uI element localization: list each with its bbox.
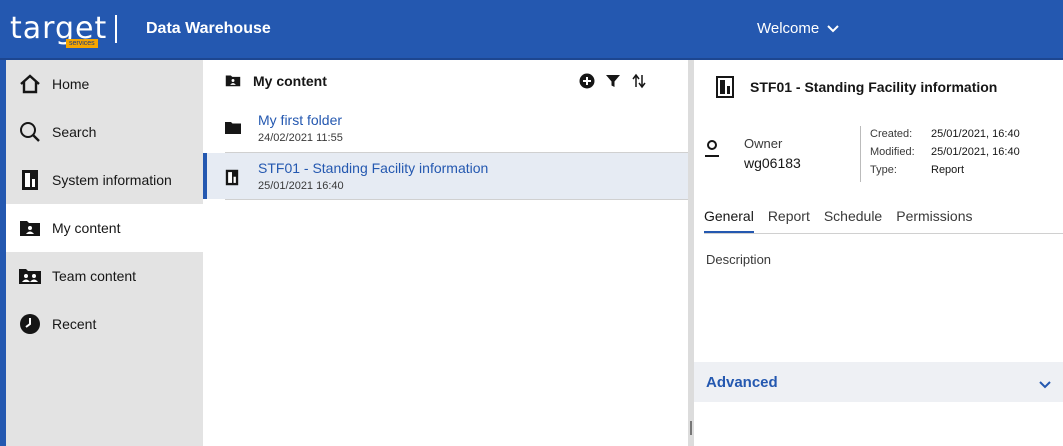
nav-item-system-information[interactable]: System information: [6, 156, 203, 204]
owner-value: wg06183: [744, 155, 801, 171]
type-label: Type:: [870, 164, 897, 176]
chevron-down-icon: [1039, 376, 1051, 392]
nav-item-recent[interactable]: Recent: [6, 300, 203, 348]
owner-label: Owner: [744, 136, 783, 151]
content-list-panel: My content My first folder 24/02/2021 11…: [203, 60, 688, 446]
list-item[interactable]: STF01 - Standing Facility information 25…: [203, 153, 688, 199]
advanced-label: Advanced: [706, 374, 778, 391]
welcome-menu[interactable]: Welcome: [757, 20, 839, 37]
details-panel: STF01 - Standing Facility information Ow…: [694, 60, 1063, 446]
details-title: STF01 - Standing Facility information: [750, 79, 998, 95]
tab-report[interactable]: Report: [768, 208, 810, 234]
nav-label-team-content: Team content: [52, 268, 137, 284]
content-list-title: My content: [253, 73, 327, 89]
list-item-title: My first folder: [258, 112, 343, 128]
filter-icon[interactable]: [605, 73, 621, 92]
home-icon: [18, 72, 42, 96]
left-navigation: Home Search System information My conten…: [0, 60, 203, 446]
report-icon: [225, 169, 239, 189]
recent-icon: [18, 312, 42, 336]
tabs-divider: [704, 233, 1063, 234]
row-divider: [225, 199, 688, 200]
team-folder-icon: [18, 264, 42, 288]
search-icon: [18, 120, 42, 144]
type-value: Report: [931, 164, 965, 176]
list-item-date: 24/02/2021 11:55: [258, 132, 343, 144]
modified-value: 25/01/2021, 16:40: [931, 146, 1020, 158]
report-icon: [18, 168, 42, 192]
nav-label-system-information: System information: [52, 172, 172, 188]
list-item-date: 25/01/2021 16:40: [258, 180, 344, 192]
add-icon[interactable]: [579, 73, 595, 92]
nav-label-recent: Recent: [52, 316, 97, 332]
advanced-section-toggle[interactable]: Advanced: [694, 362, 1063, 402]
nav-item-team-content[interactable]: Team content: [6, 252, 203, 300]
nav-label-my-content: My content: [52, 220, 121, 236]
splitter-grip[interactable]: [690, 421, 692, 435]
tab-schedule[interactable]: Schedule: [824, 208, 882, 234]
list-item-title: STF01 - Standing Facility information: [258, 160, 489, 176]
top-bar: target services Data Warehouse Welcome: [0, 0, 1063, 60]
logo-divider: [115, 15, 118, 43]
nav-label-home: Home: [52, 76, 90, 92]
modified-label: Modified:: [870, 146, 915, 158]
details-tabs: General Report Schedule Permissions: [704, 208, 972, 234]
nav-item-home[interactable]: Home: [6, 60, 203, 108]
chevron-down-icon: [827, 24, 839, 32]
welcome-label: Welcome: [757, 20, 820, 37]
my-folder-icon: [18, 216, 42, 240]
sort-icon[interactable]: [631, 73, 647, 92]
folder-icon: [225, 121, 241, 137]
nav-item-search[interactable]: Search: [6, 108, 203, 156]
content-list-header: My content: [203, 60, 688, 104]
created-label: Created:: [870, 128, 913, 140]
logo-services-tag: services: [66, 39, 98, 48]
my-folder-icon: [225, 74, 241, 90]
app-title: Data Warehouse: [146, 20, 271, 37]
target-logo: target services: [10, 8, 118, 50]
tab-permissions[interactable]: Permissions: [896, 208, 972, 234]
meta-divider: [860, 126, 861, 182]
list-item[interactable]: My first folder 24/02/2021 11:55: [203, 105, 688, 151]
tab-general[interactable]: General: [704, 208, 754, 234]
nav-label-search: Search: [52, 124, 97, 140]
description-label: Description: [706, 252, 772, 267]
user-icon: [704, 140, 720, 161]
created-value: 25/01/2021, 16:40: [931, 128, 1020, 140]
report-icon: [716, 76, 734, 101]
nav-item-my-content[interactable]: My content: [6, 204, 203, 252]
